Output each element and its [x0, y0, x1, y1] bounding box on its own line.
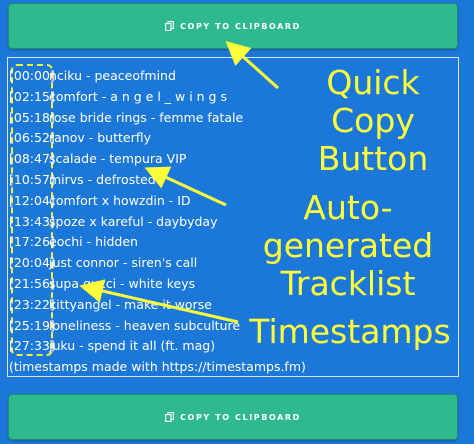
annotation-quick-copy: Quick Copy Button — [280, 64, 466, 178]
annotation-quick-copy-line2: Button — [317, 139, 429, 178]
copy-icon — [165, 412, 175, 422]
annotation-tracklist-line1: Auto-generated — [262, 188, 434, 265]
annotation-tracklist-line2: Tracklist — [280, 264, 416, 303]
arrow-to-tracklist — [144, 166, 227, 207]
annotation-timestamps: Timestamps — [249, 312, 451, 351]
arrow-to-copy-button — [225, 40, 280, 90]
annotation-quick-copy-line1: Quick Copy — [326, 63, 420, 140]
arrow-to-timestamps — [79, 279, 239, 324]
copy-to-clipboard-button-bottom[interactable]: COPY TO CLIPBOARD — [8, 394, 458, 440]
copy-button-label: COPY TO CLIPBOARD — [180, 412, 301, 422]
annotation-tracklist: Auto-generated Tracklist — [230, 189, 466, 303]
